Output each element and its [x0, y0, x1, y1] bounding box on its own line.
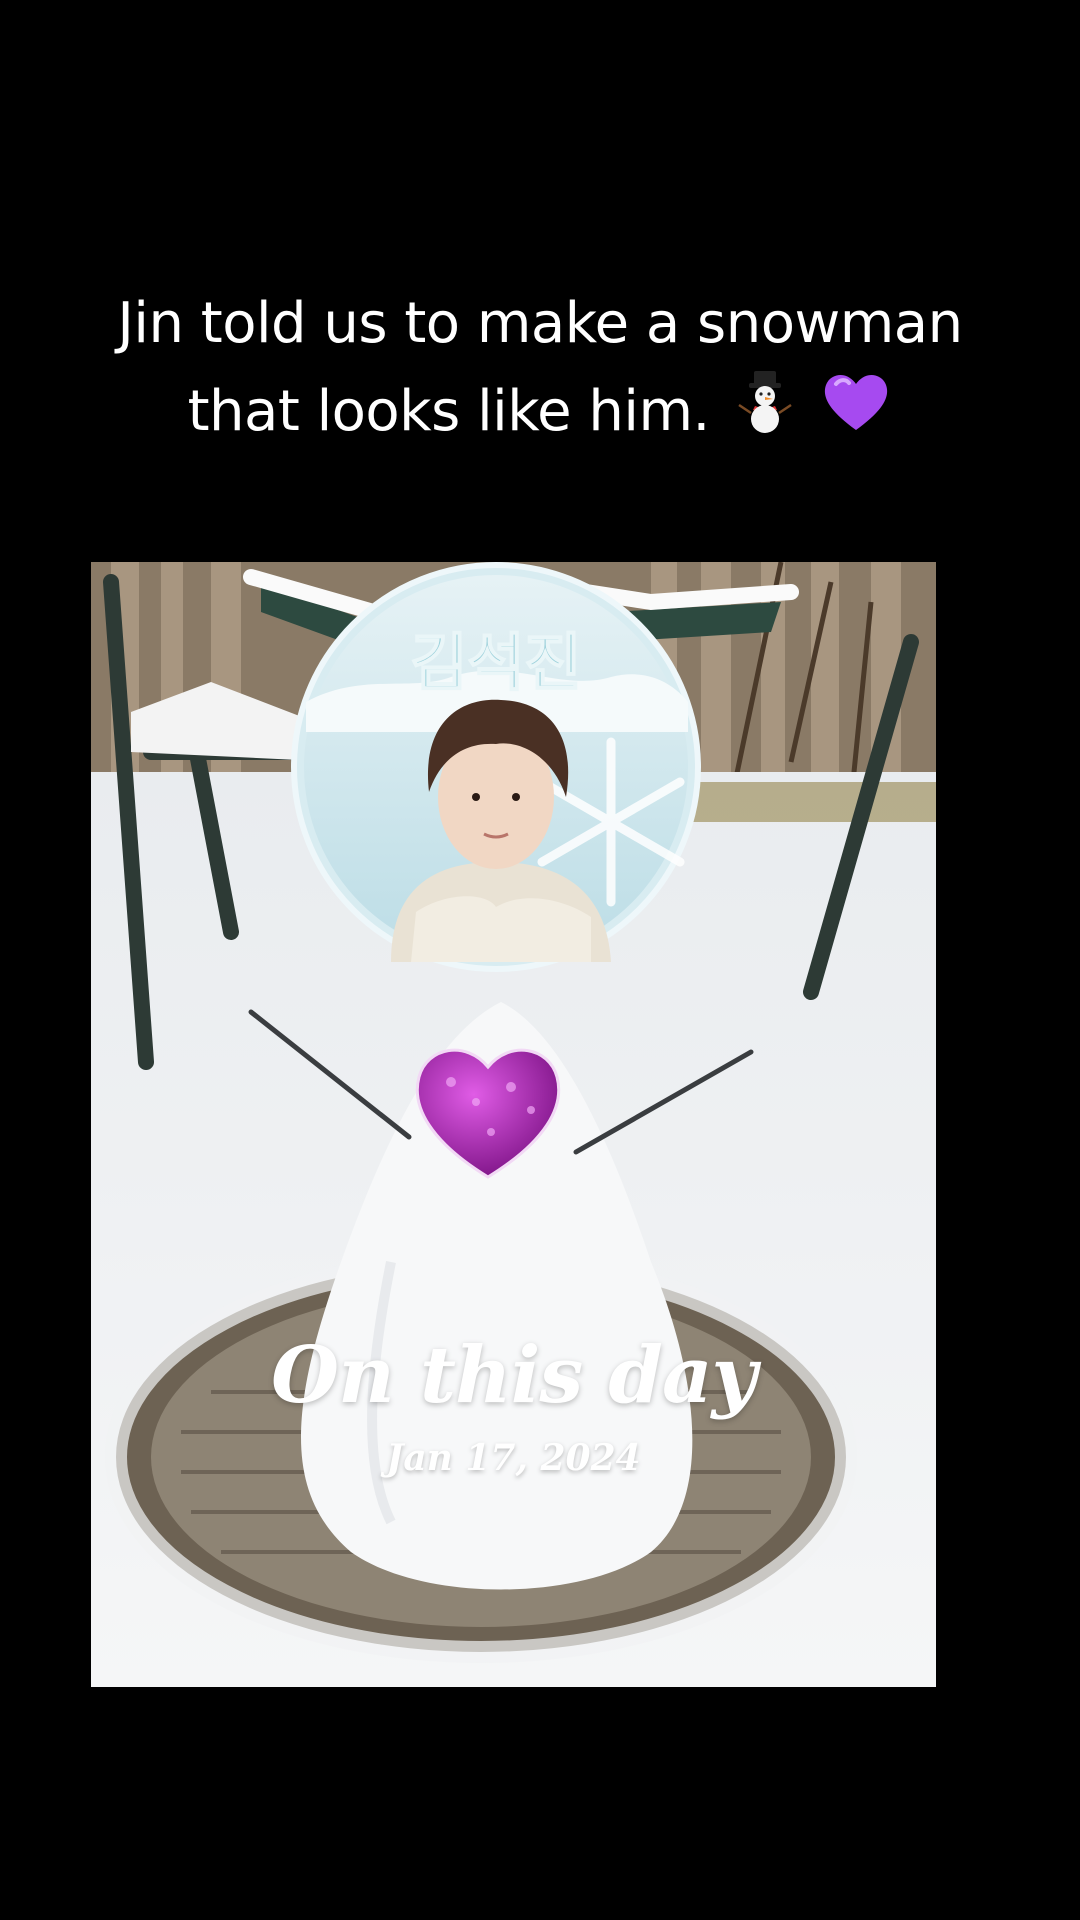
- caption-line-1: Jin told us to make a snowman: [117, 291, 963, 356]
- caption-line-2: that looks like him.: [40, 368, 1040, 461]
- video-caption: Jin told us to make a snowman that looks…: [40, 280, 1040, 461]
- on-this-day-title: On this day: [271, 1330, 757, 1421]
- sign-logo-text: 김석진: [410, 626, 581, 699]
- snowman-photo: 김석진: [91, 562, 936, 1687]
- memory-date: Jan 17, 2024: [386, 1437, 641, 1479]
- snowman-icon: [737, 369, 793, 461]
- caption-line-2-text: that looks like him.: [187, 379, 711, 444]
- purple-heart-icon: [820, 370, 892, 460]
